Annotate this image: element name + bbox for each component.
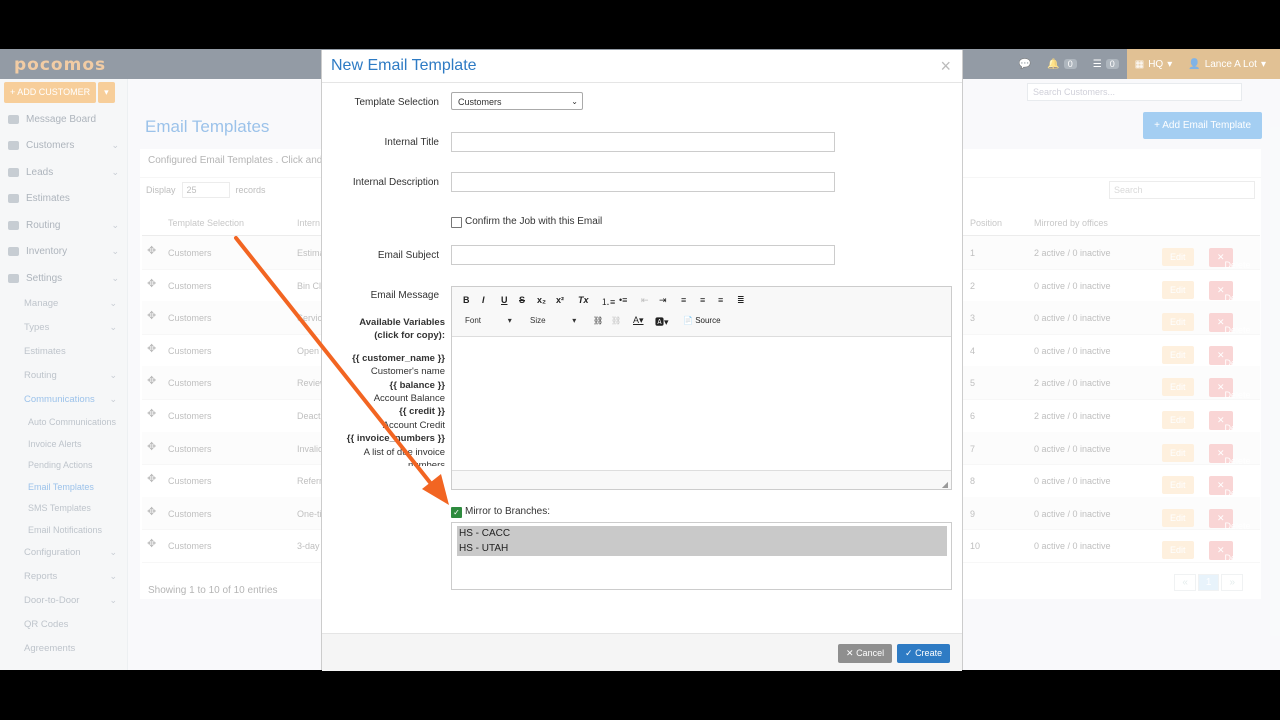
annotation-arrow xyxy=(234,236,449,505)
arrow-shaft xyxy=(234,236,438,492)
